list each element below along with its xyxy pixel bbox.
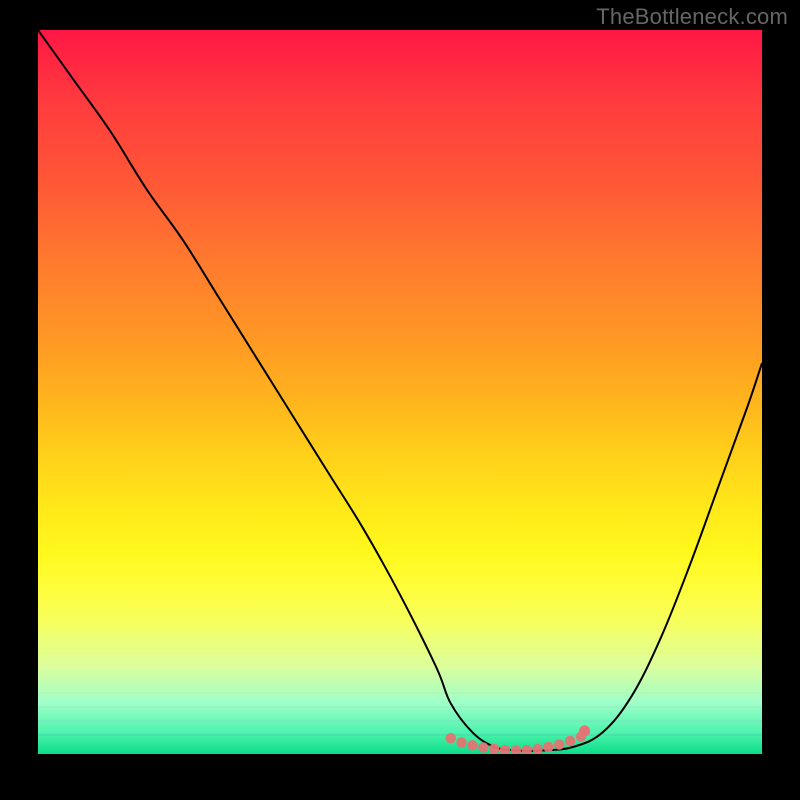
highlight-marker	[511, 745, 521, 754]
highlight-end-dot	[579, 725, 590, 736]
plot-area	[38, 30, 762, 754]
watermark-text: TheBottleneck.com	[596, 4, 788, 30]
highlight-marker	[478, 742, 488, 752]
highlight-marker	[445, 733, 455, 743]
bottleneck-curve	[38, 30, 762, 751]
highlight-marker	[522, 745, 532, 754]
highlight-marker	[565, 736, 575, 746]
highlight-marker	[543, 742, 553, 752]
highlight-marker	[554, 739, 564, 749]
highlight-marker	[532, 744, 542, 754]
highlight-marker	[467, 740, 477, 750]
highlight-marker	[500, 745, 510, 754]
highlight-markers	[445, 731, 586, 754]
curve-svg	[38, 30, 762, 754]
highlight-marker	[489, 744, 499, 754]
highlight-marker	[456, 737, 466, 747]
